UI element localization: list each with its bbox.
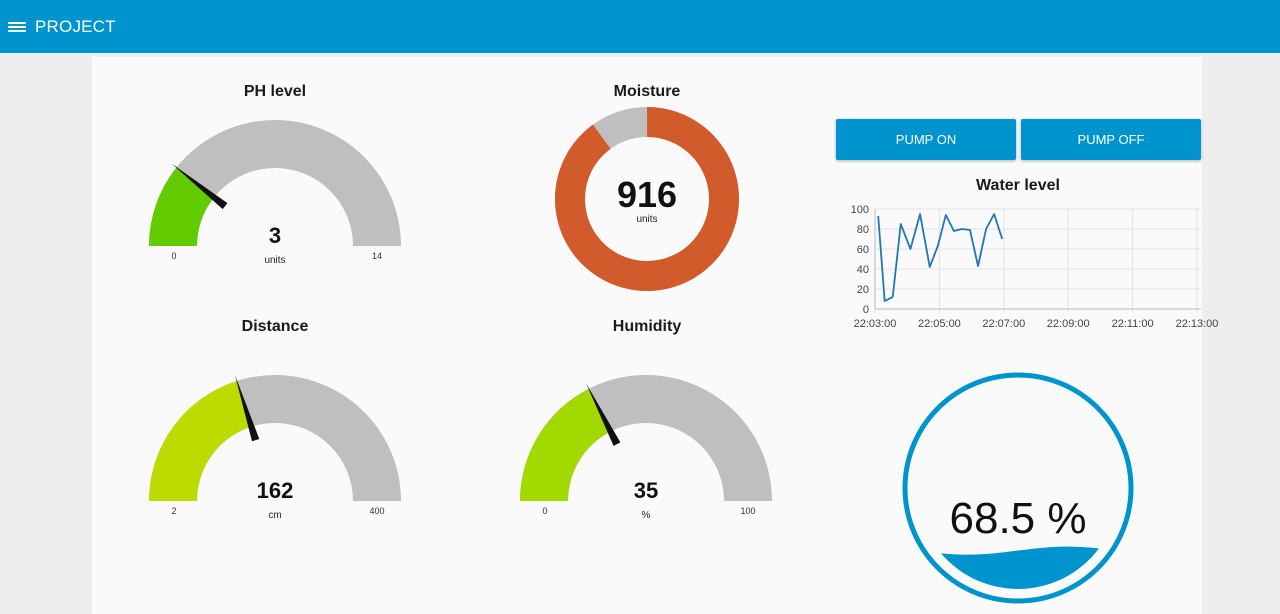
humidity-gauge-value: 35 — [634, 478, 658, 503]
ph-gauge-value: 3 — [269, 223, 281, 248]
humidity-gauge: 35 % 0 100 — [520, 375, 772, 521]
chart-x-tick-label: 22:07:00 — [982, 318, 1025, 330]
distance-gauge-min-label: 2 — [171, 506, 176, 516]
moisture-donut-value: 916 — [617, 174, 677, 215]
distance-gauge: 162 cm 2 400 — [149, 375, 401, 521]
ph-gauge-units: units — [264, 255, 285, 266]
chart-y-tick-label: 40 — [857, 264, 869, 276]
water-tank-gauge: 68.5 % — [902, 372, 1134, 604]
chart-y-tick-label: 0 — [863, 304, 869, 316]
pump-off-button[interactable]: PUMP OFF — [1021, 119, 1201, 160]
chart-y-tick-label: 100 — [851, 204, 869, 216]
distance-gauge-units: cm — [268, 510, 281, 521]
chart-x-tick-label: 22:13:00 — [1176, 318, 1219, 330]
humidity-gauge-units: % — [642, 510, 651, 521]
chart-y-tick-label: 60 — [857, 244, 869, 256]
water-tank-value: 68.5 % — [950, 494, 1087, 543]
chart-y-tick-label: 80 — [857, 224, 869, 236]
moisture-donut-units: units — [636, 214, 657, 225]
humidity-gauge-min-label: 0 — [542, 506, 547, 516]
chart-y-tick-label: 20 — [857, 284, 869, 296]
top-app-bar: PROJECT — [0, 0, 1280, 53]
water-level-chart-title: Water level — [976, 177, 1060, 194]
distance-gauge-fill — [149, 380, 252, 501]
dashboard-content: PH level 3 units 0 14 Moisture 916 units… — [92, 57, 1218, 614]
moisture-gauge-title: Moisture — [613, 83, 681, 100]
chart-x-tick-label: 22:11:00 — [1112, 318, 1154, 330]
pump-on-button[interactable]: PUMP ON — [836, 119, 1016, 160]
water-level-chart: 0 20 40 60 80 100 22:03:00 22:05:00 22:07:00 22:0… — [851, 204, 1219, 330]
app-title: PROJECT — [35, 16, 116, 36]
ph-gauge-min-label: 0 — [171, 251, 176, 261]
water-level-series-line — [877, 213, 1004, 302]
ph-gauge-max-label: 14 — [372, 251, 382, 261]
chart-x-tick-label: 22:05:00 — [918, 318, 961, 330]
moisture-donut-gauge: 916 units — [554, 107, 739, 291]
chart-x-tick-label: 22:09:00 — [1047, 318, 1090, 330]
hamburger-menu-icon[interactable] — [8, 20, 26, 34]
distance-gauge-max-label: 400 — [369, 506, 384, 516]
distance-gauge-value: 162 — [257, 478, 294, 503]
chart-x-tick-label: 22:03:00 — [854, 318, 897, 330]
ph-gauge: 3 units 0 14 — [149, 120, 401, 266]
humidity-gauge-max-label: 100 — [740, 506, 755, 516]
